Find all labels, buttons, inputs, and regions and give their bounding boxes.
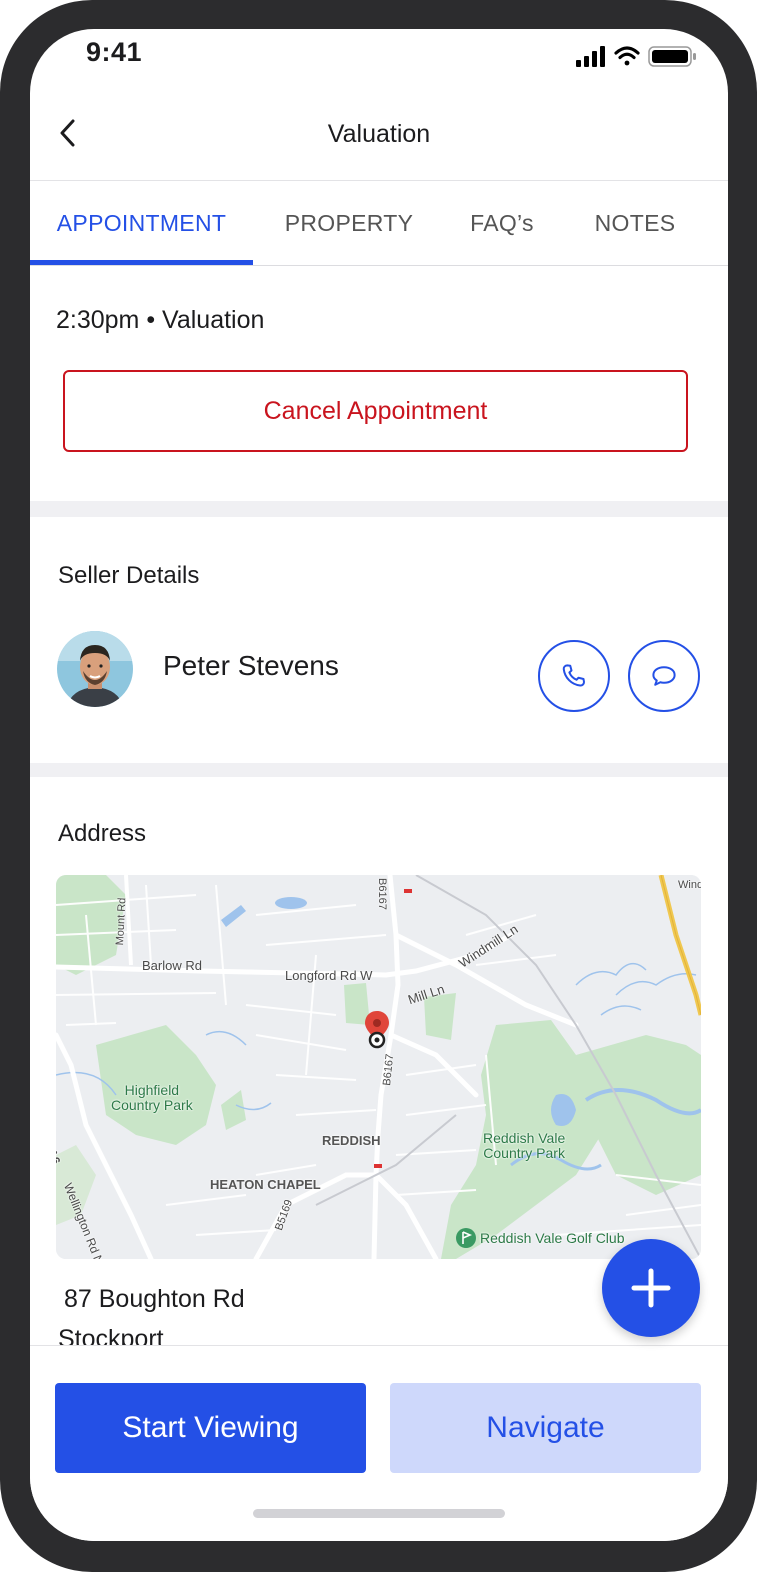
section-divider <box>30 501 728 517</box>
tab-faqs[interactable]: FAQ’s <box>450 181 554 265</box>
chat-bubble-icon <box>652 666 676 686</box>
appointment-summary: 2:30pm • Valuation <box>56 306 265 334</box>
home-indicator[interactable] <box>253 1509 505 1518</box>
map-label-heaton-chapel: HEATON CHAPEL <box>210 1177 321 1192</box>
message-seller-button[interactable] <box>628 640 700 712</box>
address-line-1: 87 Boughton Rd <box>64 1285 245 1313</box>
map-label-barlow: Barlow Rd <box>142 958 202 973</box>
seller-details-heading: Seller Details <box>58 562 200 589</box>
address-heading: Address <box>58 820 147 847</box>
phone-frame: 9:41 Valuation APPOINTMENT PROPERTY FAQ’… <box>0 0 757 1572</box>
map-label-mount: Mount Rd <box>114 897 129 946</box>
map-label-longford: Longford Rd W <box>285 968 373 983</box>
tab-bar: APPOINTMENT PROPERTY FAQ’s NOTES <box>30 181 728 265</box>
section-divider <box>30 763 728 777</box>
seller-name: Peter Stevens <box>163 650 339 681</box>
map-graphic <box>56 875 701 1259</box>
battery-icon <box>648 46 696 67</box>
wifi-icon <box>614 46 640 66</box>
map-label-reddish: REDDISH <box>322 1133 381 1148</box>
tabs-divider <box>30 265 728 266</box>
map-label-reddish-vale: Reddish Vale Country Park <box>483 1130 566 1161</box>
add-fab-button[interactable] <box>602 1239 700 1337</box>
status-icons <box>576 44 702 68</box>
avatar <box>57 631 133 707</box>
status-time: 9:41 <box>86 37 143 67</box>
tab-appointment[interactable]: APPOINTMENT <box>30 181 253 265</box>
call-seller-button[interactable] <box>538 640 610 712</box>
start-viewing-button[interactable]: Start Viewing <box>55 1383 366 1473</box>
bottom-action-bar: Start Viewing Navigate <box>30 1345 728 1541</box>
phone-icon <box>562 664 585 687</box>
golf-marker-icon <box>456 1228 476 1248</box>
map-label-b6167-top: B6167 <box>376 878 388 910</box>
cellular-signal-icon <box>576 46 605 67</box>
address-map[interactable]: Barlow Rd Longford Rd W Windmill Ln Mill… <box>56 875 701 1259</box>
plus-icon <box>631 1268 671 1308</box>
map-label-golf-club: Reddish Vale Golf Club <box>480 1230 625 1246</box>
map-label-highfield: Highfield Country Park <box>111 1082 193 1113</box>
tab-property[interactable]: PROPERTY <box>265 181 433 265</box>
navigate-button[interactable]: Navigate <box>390 1383 701 1473</box>
page-title: Valuation <box>327 120 431 148</box>
map-label-wind: Wind <box>678 879 701 891</box>
app-screen: 9:41 Valuation APPOINTMENT PROPERTY FAQ’… <box>30 29 728 1541</box>
tab-notes[interactable]: NOTES <box>578 181 692 265</box>
cancel-appointment-button[interactable]: Cancel Appointment <box>63 370 688 452</box>
